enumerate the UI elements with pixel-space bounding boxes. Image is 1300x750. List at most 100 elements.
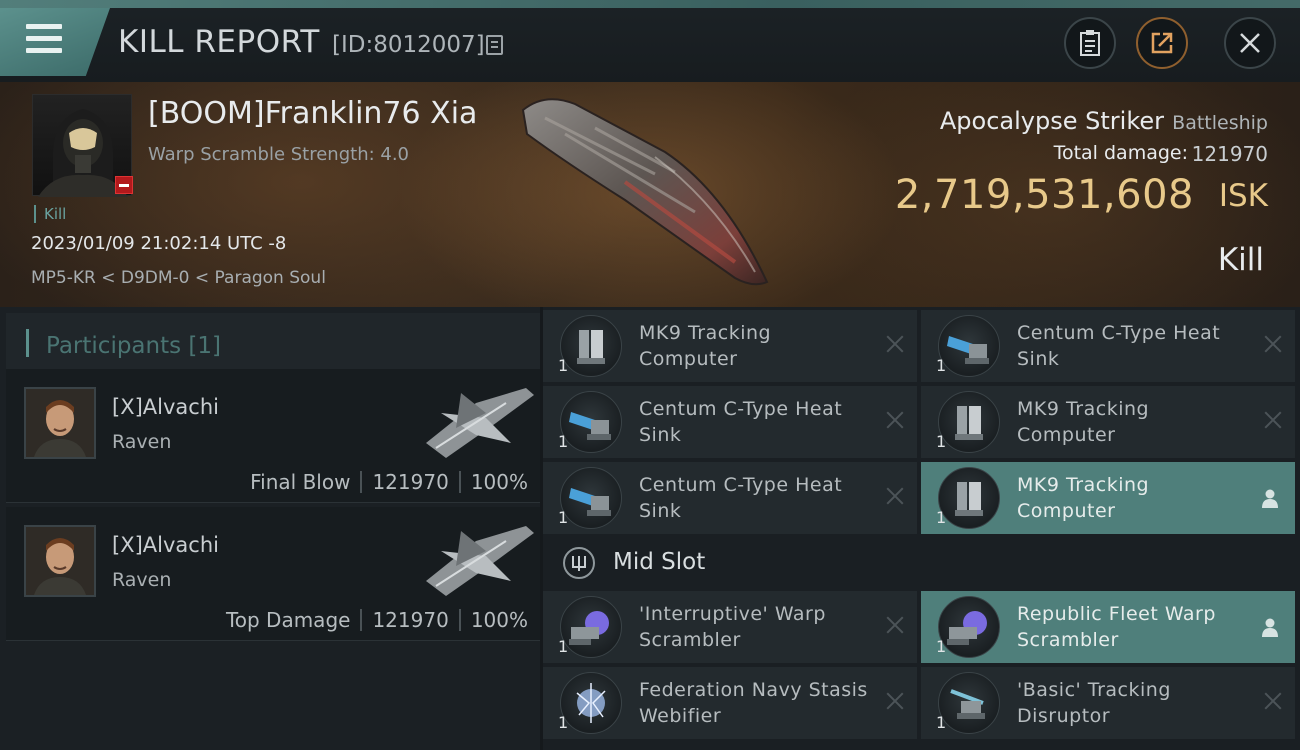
close-icon — [1240, 33, 1260, 53]
participant-portrait[interactable] — [24, 525, 96, 597]
item-name: Centum C-Type Heat Sink — [1017, 322, 1221, 370]
clipboard-button[interactable] — [1064, 17, 1116, 69]
destroyed-icon — [1263, 691, 1283, 711]
participant-portrait[interactable] — [24, 387, 96, 459]
destroyed-icon — [885, 334, 905, 354]
mid-slot-icon — [563, 547, 595, 579]
participant-card[interactable]: [X]Alvachi Raven Final Blow 121970 100% — [6, 369, 540, 503]
top-bar: KILL REPORT [ID:8012007] — [0, 0, 1300, 82]
item-name: Centum C-Type Heat Sink — [639, 398, 843, 446]
copy-id-icon[interactable] — [486, 35, 503, 55]
tracking-computer-icon — [560, 315, 622, 377]
item-row[interactable]: 1 'Basic' Tracking Disruptor — [921, 667, 1295, 739]
destroyed-icon — [885, 410, 905, 430]
item-row[interactable]: 1 MK9 Tracking Computer — [921, 386, 1295, 458]
total-damage-label: Total damage: — [1053, 142, 1188, 164]
tracking-computer-icon — [938, 467, 1000, 529]
item-row[interactable]: 1 Federation Navy Stasis Webifier — [543, 667, 917, 739]
kill-status-badge — [115, 176, 133, 194]
item-quantity: 1 — [936, 432, 947, 451]
destroyed-icon — [885, 615, 905, 635]
item-row[interactable]: 1 Republic Fleet Warp Scrambler — [921, 591, 1295, 663]
tracking-computer-icon — [938, 391, 1000, 453]
divider — [458, 471, 461, 493]
kill-tag: Kill — [34, 205, 66, 223]
heat-sink-icon — [560, 467, 622, 529]
item-row[interactable]: 1 Centum C-Type Heat Sink — [921, 310, 1295, 382]
victim-ship-image — [521, 98, 769, 286]
participant-role: Top Damage — [225, 608, 351, 632]
kill-result: Kill — [1217, 242, 1264, 278]
participant-stats: Top Damage 121970 100% — [226, 608, 528, 632]
participant-ship[interactable]: Raven — [112, 431, 171, 453]
participant-percent: 100% — [470, 608, 528, 632]
item-row[interactable]: 1 'Interruptive' Warp Scrambler — [543, 591, 917, 663]
item-quantity: 1 — [936, 508, 947, 527]
participants-header-accent — [26, 329, 29, 357]
item-row[interactable]: 1 MK9 Tracking Computer — [543, 310, 917, 382]
participant-ship[interactable]: Raven — [112, 569, 171, 591]
victim-summary: [BOOM]Franklin76 Xia Warp Scramble Stren… — [0, 82, 1300, 307]
item-quantity: 1 — [558, 637, 569, 656]
mid-slot-header: Mid Slot — [543, 535, 1300, 591]
hamburger-menu-icon[interactable] — [26, 24, 62, 56]
participant-card[interactable]: [X]Alvachi Raven Top Damage 121970 100% — [6, 507, 540, 641]
item-row[interactable]: 1 Centum C-Type Heat Sink — [543, 386, 917, 458]
warp-scrambler-icon — [560, 596, 622, 658]
item-name: MK9 Tracking Computer — [1017, 398, 1150, 446]
top-accent-line — [0, 0, 1300, 8]
item-name: Republic Fleet Warp Scrambler — [1017, 603, 1216, 651]
item-quantity: 1 — [936, 637, 947, 656]
clipboard-icon — [1080, 30, 1100, 56]
participant-percent: 100% — [470, 470, 528, 494]
dropped-pilot-icon — [1262, 489, 1278, 508]
participant-ship-image — [426, 526, 534, 596]
heat-sink-icon — [560, 391, 622, 453]
mid-slot-label: Mid Slot — [613, 549, 706, 575]
participants-title: Participants [1] — [46, 333, 221, 359]
participant-damage: 121970 — [372, 608, 449, 632]
isk-value: 2,719,531,608 — [894, 172, 1194, 218]
item-name: MK9 Tracking Computer — [1017, 474, 1150, 522]
victim-ship-name[interactable]: Apocalypse Striker — [940, 107, 1164, 135]
close-button[interactable] — [1224, 17, 1276, 69]
warp-scramble-strength: Warp Scramble Strength: 4.0 — [148, 144, 410, 165]
participants-header: Participants [1] — [6, 313, 540, 369]
share-button[interactable] — [1136, 17, 1188, 69]
stasis-webifier-icon — [560, 672, 622, 734]
victim-name[interactable]: [BOOM]Franklin76 Xia — [148, 96, 477, 131]
warp-scrambler-icon — [938, 596, 1000, 658]
item-quantity: 1 — [936, 713, 947, 732]
item-quantity: 1 — [936, 356, 947, 375]
item-name: Centum C-Type Heat Sink — [639, 474, 843, 522]
item-quantity: 1 — [558, 432, 569, 451]
participant-stats: Final Blow 121970 100% — [250, 470, 528, 494]
item-name: 'Interruptive' Warp Scrambler — [639, 603, 826, 651]
destroyed-icon — [885, 486, 905, 506]
heat-sink-icon — [938, 315, 1000, 377]
destroyed-icon — [1263, 410, 1283, 430]
participants-panel: Participants [1] [X]Alvachi Raven Final … — [0, 307, 540, 750]
report-id: [ID:8012007] — [332, 32, 485, 58]
item-name: Federation Navy Stasis Webifier — [639, 679, 868, 727]
fitted-items-panel: 1 MK9 Tracking Computer 1 Centum C-Type … — [543, 307, 1300, 750]
kill-location[interactable]: MP5-KR < D9DM-0 < Paragon Soul — [31, 268, 326, 288]
item-quantity: 1 — [558, 713, 569, 732]
kill-datetime: 2023/01/09 21:02:14 UTC -8 — [31, 233, 287, 254]
item-row[interactable]: 1 MK9 Tracking Computer — [921, 462, 1295, 534]
divider — [458, 609, 461, 631]
participant-ship-image — [426, 388, 534, 458]
item-quantity: 1 — [558, 356, 569, 375]
item-name: 'Basic' Tracking Disruptor — [1017, 679, 1171, 727]
destroyed-icon — [885, 691, 905, 711]
item-row[interactable]: 1 Centum C-Type Heat Sink — [543, 462, 917, 534]
total-damage-value: 121970 — [1191, 142, 1268, 166]
participant-role: Final Blow — [250, 470, 351, 494]
page-title: KILL REPORT — [118, 24, 320, 60]
destroyed-icon — [1263, 334, 1283, 354]
participant-name[interactable]: [X]Alvachi — [112, 533, 219, 557]
tracking-disruptor-icon — [938, 672, 1000, 734]
participant-name[interactable]: [X]Alvachi — [112, 395, 219, 419]
dropped-pilot-icon — [1262, 618, 1278, 637]
isk-unit: ISK — [1218, 178, 1268, 214]
